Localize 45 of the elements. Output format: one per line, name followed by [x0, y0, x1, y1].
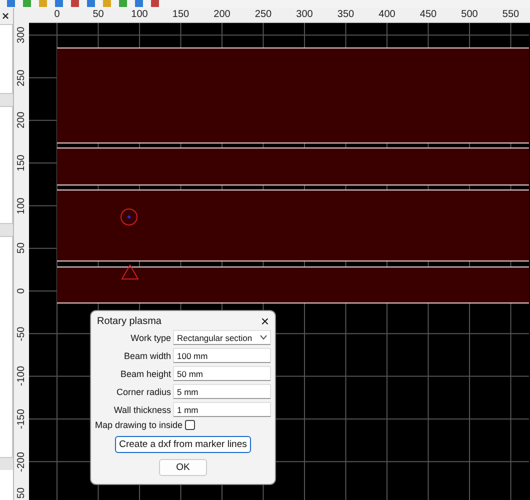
circle-marker-icon[interactable] [120, 208, 138, 226]
ruler-label: -100 [16, 366, 27, 386]
ruler-label: 300 [296, 9, 313, 20]
input-field[interactable]: 100 mm [173, 348, 271, 363]
input-field[interactable]: 1 mm [173, 402, 271, 417]
field-label: Beam height [119, 368, 171, 378]
ruler-label: 50 [16, 487, 27, 499]
ruler-label: 0 [16, 288, 27, 294]
dialog-title: Rotary plasma [97, 316, 162, 326]
checkbox-label: Map drawing to inside [95, 420, 183, 430]
ruler-label: -150 [16, 408, 27, 429]
drawing-canvas[interactable]: Rotary plasma × Work type Rectangular section Beam width 100 mm Beam height 50 mm Corner radius 5 mm Wall thickness 1 mm Map drawing to inside Create a dxf from marker lines OK [29, 23, 530, 500]
ruler-label: 300 [16, 26, 27, 44]
field-label: Wall thickness [112, 404, 171, 414]
ruler-label: 250 [16, 69, 27, 86]
ruler-label: 100 [16, 197, 27, 214]
input-field[interactable]: 5 mm [173, 384, 271, 399]
ruler-label: -200 [16, 452, 27, 472]
close-button[interactable]: × [258, 314, 271, 328]
ruler-label: 150 [16, 154, 27, 172]
ruler-label: 150 [172, 9, 190, 20]
ruler-label: 100 [131, 9, 148, 20]
ruler-label: 500 [461, 9, 478, 20]
ruler-label: 450 [420, 9, 437, 20]
ruler-label: 50 [16, 242, 27, 254]
ruler-label: 350 [337, 9, 354, 20]
ruler-label: 0 [54, 9, 60, 20]
caret-icon [260, 335, 267, 340]
ok-button[interactable]: OK [159, 459, 207, 476]
ruler-label: 200 [214, 9, 230, 20]
close-button[interactable]: × [0, 8, 13, 24]
ruler-label: 200 [16, 112, 27, 129]
ruler-label: 400 [378, 9, 396, 20]
field-label: Work type [130, 332, 171, 342]
field-label: Corner radius [115, 386, 171, 396]
ruler-label: 550 [502, 9, 520, 20]
input-field[interactable]: 50 mm [173, 366, 271, 381]
create-dxf-button[interactable]: Create a dxf from marker lines [115, 436, 251, 453]
ruler-label: 250 [254, 9, 272, 20]
field-label: Beam width [122, 350, 171, 360]
dropdown[interactable]: Rectangular section [173, 330, 271, 345]
ruler-label: 50 [92, 9, 104, 20]
checkbox[interactable] [184, 420, 195, 430]
triangle-marker-icon[interactable] [121, 264, 139, 280]
ruler-label: -50 [16, 326, 27, 341]
